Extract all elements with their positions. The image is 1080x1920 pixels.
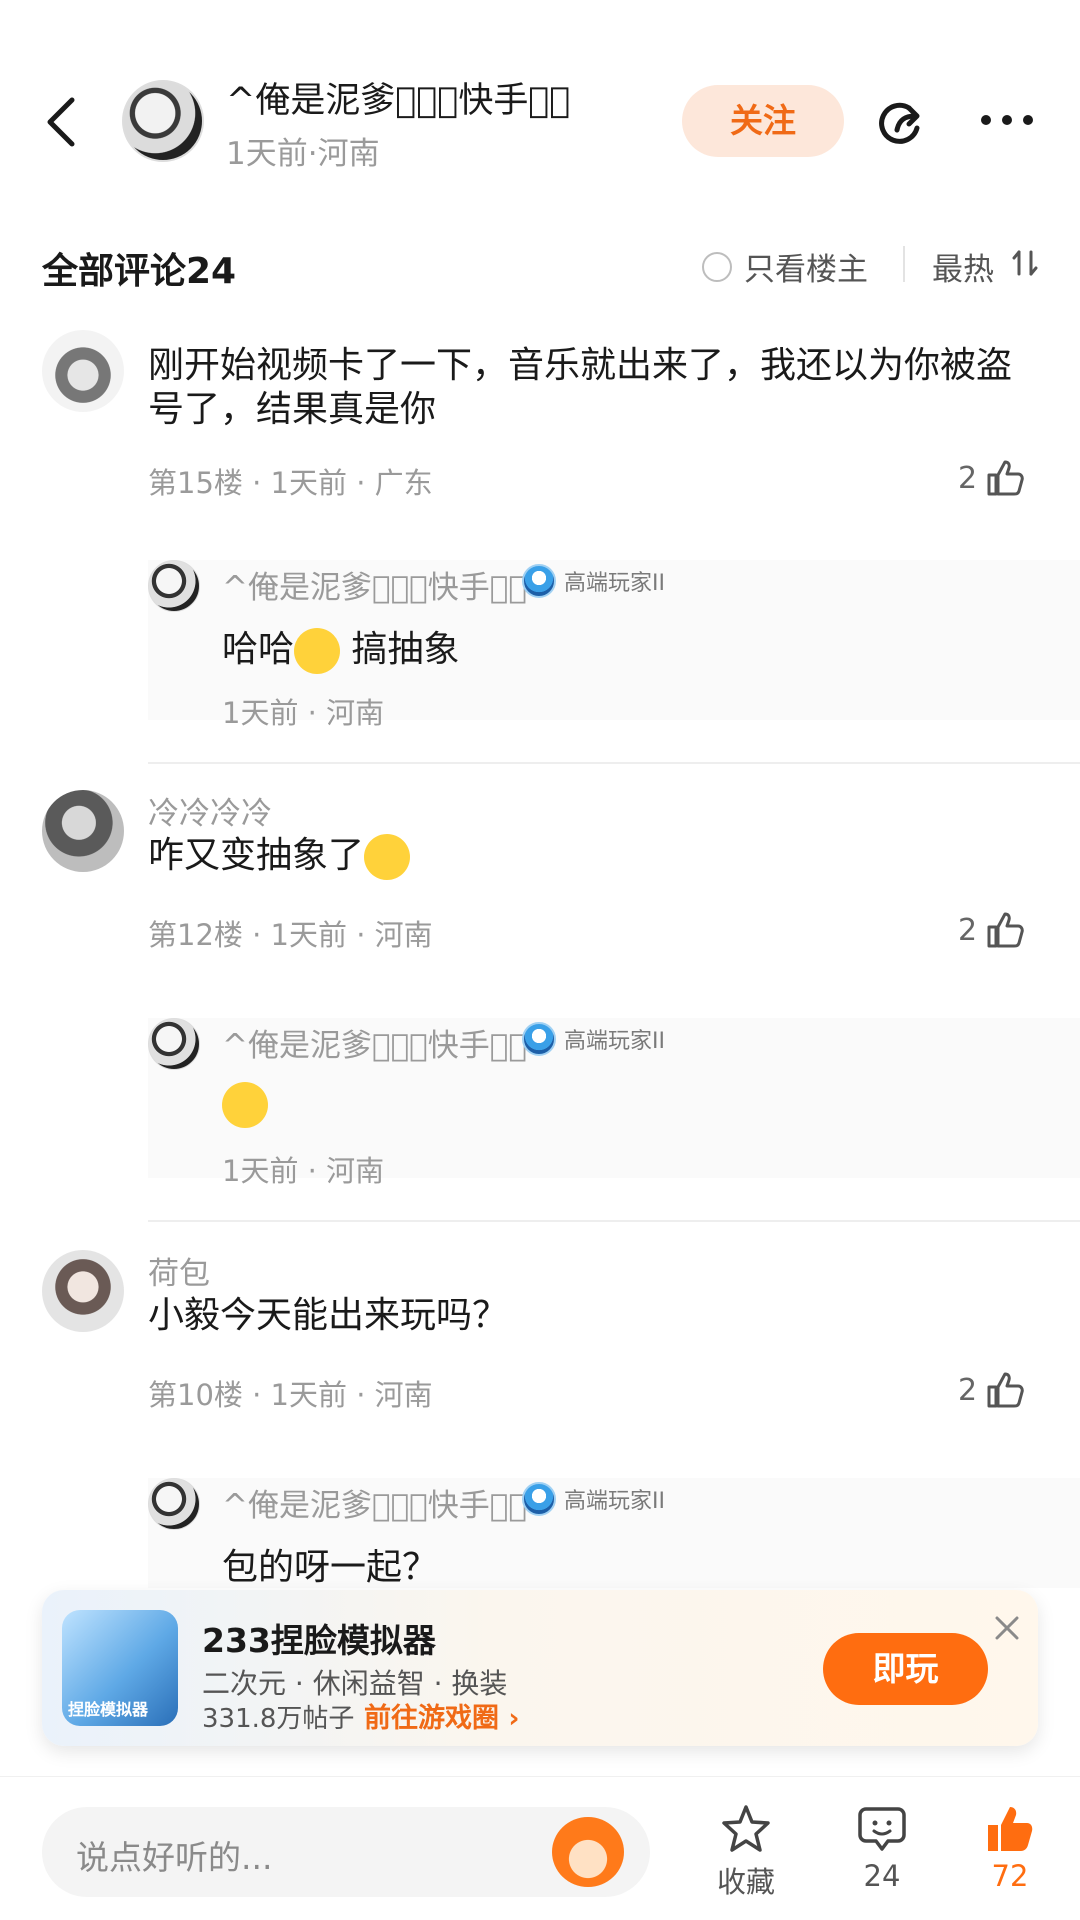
reply-item[interactable]: ^俺是泥爹   快手   高端玩家II 1天前 · 河南 <box>148 1018 1080 1188</box>
more-options-icon[interactable] <box>978 110 1036 130</box>
comment-text: 刚开始视频卡了一下，音乐就出来了，我还以为你被盗号了，结果真是你 <box>148 345 1013 430</box>
like-button[interactable]: 2 <box>958 910 1025 950</box>
badge-label: 高端玩家II <box>564 1489 665 1514</box>
star-icon <box>722 1805 770 1852</box>
comments-button[interactable]: 24 <box>832 1803 932 1893</box>
close-icon[interactable] <box>989 1610 1025 1646</box>
like-count: 2 <box>958 460 978 496</box>
only-op-toggle[interactable]: 只看楼主 <box>702 244 868 289</box>
smile-emoji-icon <box>294 628 341 674</box>
badge-icon <box>522 564 556 598</box>
replier-avatar[interactable] <box>148 1018 200 1070</box>
commenter-name[interactable]: 冷冷冷冷 <box>148 788 272 833</box>
replier-name[interactable]: ^俺是泥爹   快手   <box>222 1480 527 1525</box>
favorite-label: 收藏 <box>716 1865 775 1899</box>
favorite-button[interactable]: 收藏 <box>696 1803 796 1901</box>
ad-title[interactable]: 233捏脸模拟器 <box>202 1614 436 1662</box>
divider <box>148 762 1080 764</box>
play-now-button[interactable]: 即玩 <box>823 1633 988 1705</box>
like-count: 2 <box>958 1372 978 1408</box>
sort-button[interactable]: 最热 <box>932 244 994 289</box>
radio-icon[interactable] <box>702 251 732 282</box>
replier-name[interactable]: ^俺是泥爹   快手   <box>222 562 527 607</box>
comment-input-placeholder: 说点好听的... <box>76 1838 273 1877</box>
like-post-button[interactable]: 72 <box>960 1803 1060 1893</box>
replier-avatar[interactable] <box>148 560 200 612</box>
mascot-emoji-icon[interactable] <box>552 1817 624 1887</box>
go-to-community-link[interactable]: 前往游戏圈 › <box>364 1696 520 1735</box>
share-icon[interactable] <box>875 96 931 152</box>
badge-icon <box>522 1482 556 1516</box>
back-arrow-icon[interactable] <box>40 92 84 152</box>
game-app-icon[interactable]: 捏脸模拟器 <box>62 1610 178 1726</box>
commenter-name[interactable]: 荷包 <box>148 1248 210 1293</box>
comment-bubble-icon <box>858 1807 906 1851</box>
badge-label: 高端玩家II <box>564 571 665 596</box>
commenter-avatar[interactable] <box>42 330 124 412</box>
reply-item[interactable]: ^俺是泥爹   快手   高端玩家II 哈哈 搞抽象 1天前 · 河南 <box>148 560 1080 730</box>
reply-text: 哈哈 搞抽象 <box>222 620 459 674</box>
comment-text-part: 咋又变抽象了 <box>148 835 365 876</box>
like-button[interactable]: 2 <box>958 458 1025 498</box>
ad-post-count: 331.8万帖子 <box>202 1704 355 1734</box>
comments-title: 全部评论24 <box>42 251 237 292</box>
slight-smile-emoji-icon <box>222 1082 268 1128</box>
comment-meta: 第10楼 · 1天前 · 河南 <box>148 1378 433 1412</box>
bottom-action-bar: 说点好听的... 收藏 24 72 <box>0 1776 1080 1920</box>
game-icon-text: 捏脸模拟器 <box>68 1700 149 1719</box>
user-badge: 高端玩家II <box>522 1022 665 1056</box>
divider <box>903 246 905 282</box>
post-header: ^俺是泥爹   快手   1天前·河南 关注 <box>0 0 1080 240</box>
thumbs-up-filled-icon <box>988 1807 1033 1851</box>
divider <box>148 1220 1080 1222</box>
follow-button[interactable]: 关注 <box>682 85 844 157</box>
like-count-total: 72 <box>991 1859 1029 1893</box>
badge-icon <box>522 1022 556 1056</box>
author-name[interactable]: ^俺是泥爹   快手   <box>226 72 570 123</box>
reply-text <box>222 1082 268 1128</box>
game-ad-card[interactable]: 捏脸模拟器 233捏脸模拟器 二次元 · 休闲益智 · 换装 331.8万帖子 … <box>42 1590 1038 1746</box>
badge-label: 高端玩家II <box>564 1029 665 1054</box>
comment-meta: 第12楼 · 1天前 · 河南 <box>148 918 433 952</box>
comment-text: 小毅今天能出来玩吗？ <box>148 1295 509 1336</box>
like-count: 2 <box>958 912 978 948</box>
reply-text-part: 搞抽象 <box>340 629 460 670</box>
comment-input[interactable]: 说点好听的... <box>42 1807 650 1897</box>
user-badge: 高端玩家II <box>522 1482 665 1516</box>
comment-meta: 第15楼 · 1天前 · 广东 <box>148 466 433 500</box>
reply-meta: 1天前 · 河南 <box>222 1154 385 1188</box>
thumbs-up-icon <box>987 460 1024 496</box>
replier-avatar[interactable] <box>148 1478 200 1530</box>
author-meta: 1天前·河南 <box>226 136 380 172</box>
grin-emoji-icon <box>364 834 411 880</box>
like-button[interactable]: 2 <box>958 1370 1025 1410</box>
user-badge: 高端玩家II <box>522 564 665 598</box>
reply-meta: 1天前 · 河南 <box>222 696 385 730</box>
only-op-label: 只看楼主 <box>744 252 868 288</box>
reply-item[interactable]: ^俺是泥爹   快手   高端玩家II 包的呀一起？ <box>148 1478 1080 1588</box>
author-avatar[interactable] <box>122 80 204 162</box>
commenter-avatar[interactable] <box>42 1250 124 1332</box>
reply-text: 包的呀一起？ <box>222 1547 439 1588</box>
comment-text: 咋又变抽象了 <box>148 834 1038 880</box>
commenter-avatar[interactable] <box>42 790 124 872</box>
reply-text-part: 哈哈 <box>222 629 295 670</box>
comment-count: 24 <box>863 1859 901 1893</box>
replier-name[interactable]: ^俺是泥爹   快手   <box>222 1020 527 1065</box>
ad-link-label: 前往游戏圈 <box>364 1703 499 1734</box>
thumbs-up-icon <box>987 1372 1024 1408</box>
sort-icon[interactable] <box>1010 248 1040 278</box>
thumbs-up-icon <box>987 912 1024 948</box>
chevron-right-icon: › <box>499 1703 520 1734</box>
